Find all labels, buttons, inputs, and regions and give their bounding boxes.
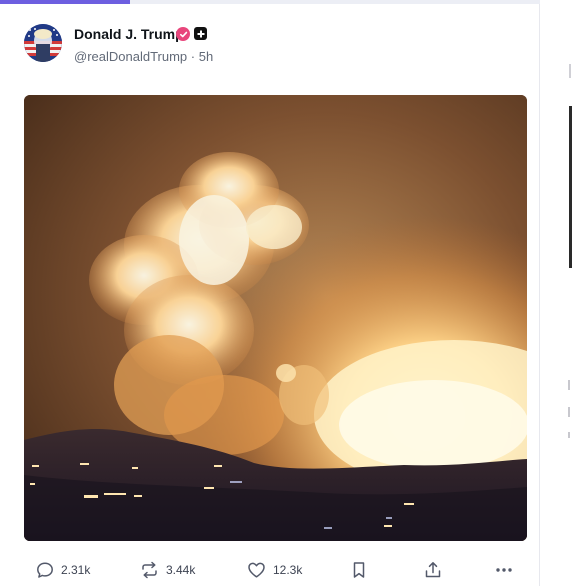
- more-options-button[interactable]: [494, 556, 514, 584]
- handle-time-line: @realDonaldTrump · 5h: [74, 49, 213, 64]
- author-name[interactable]: Donald J. Trump: [74, 26, 184, 42]
- plus-badge-icon: [194, 27, 207, 40]
- bookmark-icon: [353, 562, 365, 578]
- reply-count: 2.31k: [61, 563, 91, 577]
- share-icon: [425, 562, 441, 578]
- sidebar-fragment: [569, 64, 571, 78]
- like-button[interactable]: 12.3k: [247, 556, 302, 584]
- repost-icon: [142, 561, 157, 579]
- post-time[interactable]: 5h: [199, 49, 213, 64]
- sidebar-fragment: [568, 380, 570, 390]
- separator-dot: ·: [190, 49, 196, 64]
- sidebar-fragment: [568, 407, 570, 417]
- post-actions-bar: 2.31k 3.44k 12.3k: [0, 556, 540, 584]
- more-dots-icon: [496, 568, 512, 572]
- right-sidebar-edge: [541, 0, 572, 586]
- share-button[interactable]: [424, 556, 442, 584]
- sidebar-fragment: [568, 432, 570, 438]
- reply-button[interactable]: 2.31k: [36, 556, 90, 584]
- post-media-video[interactable]: [24, 95, 527, 541]
- author-handle[interactable]: @realDonaldTrump: [74, 49, 187, 64]
- bookmark-button[interactable]: [351, 556, 367, 584]
- author-avatar[interactable]: [24, 24, 62, 62]
- heart-icon: [248, 562, 265, 578]
- repost-count: 3.44k: [166, 563, 196, 577]
- post-card[interactable]: Donald J. Trump @realDonaldTrump · 5h 2.…: [0, 4, 540, 586]
- reply-icon: [37, 562, 53, 578]
- like-count: 12.3k: [273, 563, 303, 577]
- repost-button[interactable]: 3.44k: [140, 556, 195, 584]
- verified-badge-icon: [176, 27, 190, 41]
